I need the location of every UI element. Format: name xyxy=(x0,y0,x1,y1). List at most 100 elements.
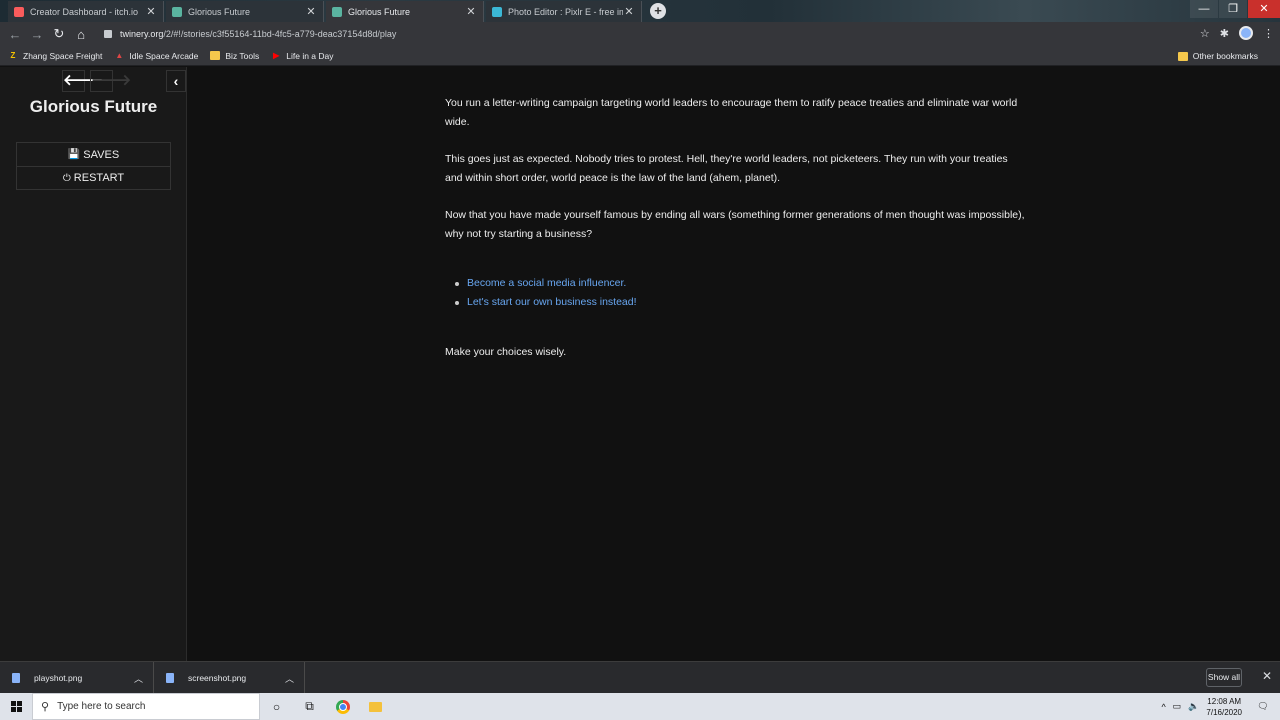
downloads-shelf: playshot.png ︿ screenshot.png ︿ Show all… xyxy=(0,661,1280,694)
bookmark-label: Zhang Space Freight xyxy=(23,50,103,61)
youtube-icon: ▶ xyxy=(273,51,280,60)
choice-link-business[interactable]: Let's start our own business instead! xyxy=(467,293,637,312)
lock-icon xyxy=(104,30,112,38)
tab-photo-editor[interactable]: Photo Editor : Pixlr E - free image ✕ xyxy=(486,1,642,22)
bookmark-life-in-a-day[interactable]: ▶ Life in a Day xyxy=(271,51,333,61)
download-item-screenshot[interactable]: screenshot.png ︿ xyxy=(154,662,305,694)
minimize-button[interactable]: — xyxy=(1190,0,1218,18)
browser-tab-strip: Creator Dashboard - itch.io ✕ Glorious F… xyxy=(0,0,1280,22)
clock-date: 7/16/2020 xyxy=(1206,707,1242,717)
show-all-button[interactable]: Show all xyxy=(1206,668,1242,687)
volume-icon[interactable]: 🔈 xyxy=(1188,701,1199,712)
chevron-up-icon[interactable]: ︿ xyxy=(285,672,294,685)
close-icon[interactable]: ✕ xyxy=(623,5,635,18)
story-passage: You run a letter-writing campaign target… xyxy=(445,94,1025,380)
bullet-icon xyxy=(455,300,459,305)
choice-link-influencer[interactable]: Become a social media influencer. xyxy=(467,274,626,293)
list-item: Become a social media influencer. xyxy=(455,274,1025,293)
url-path: /2/#!/stories/c3f55164-11bd-4fc5-a779-de… xyxy=(163,29,397,39)
other-bookmarks-label: Other bookmarks xyxy=(1192,51,1258,61)
clock-time: 12:08 AM xyxy=(1207,696,1242,706)
search-icon: ⚲ xyxy=(41,701,50,713)
passage-footer: Make your choices wisely. xyxy=(445,346,567,358)
saves-button[interactable]: 💾 SAVES xyxy=(17,143,170,166)
forward-arrow-icon[interactable]: → xyxy=(26,27,48,42)
notification-icon[interactable]: 🗨 xyxy=(1252,701,1274,712)
other-bookmarks[interactable]: Other bookmarks xyxy=(1177,51,1258,61)
bookmark-label: Biz Tools xyxy=(225,50,260,61)
bullet-icon xyxy=(455,281,459,286)
story-sidebar: 🡐 🡒 ‹ Glorious Future 💾 SAVES ⏻ RESTART xyxy=(0,67,187,661)
tab-label: Glorious Future xyxy=(188,6,251,17)
address-bar[interactable]: twinery.org /2/#!/stories/c3f55164-11bd-… xyxy=(98,25,1178,43)
itchio-icon xyxy=(14,6,24,17)
chevron-up-icon[interactable]: ︿ xyxy=(134,672,143,685)
tab-label: Glorious Future xyxy=(348,6,411,17)
system-tray: ^ ▭ 🔈 12:08 AM 7/16/2020 🗨 xyxy=(1161,693,1280,720)
close-icon[interactable]: ✕ xyxy=(305,5,317,18)
arcade-icon: ▲ xyxy=(115,51,124,60)
passage-paragraph: Now that you have made yourself famous b… xyxy=(445,209,1025,240)
passage-paragraph: This goes just as expected. Nobody tries… xyxy=(445,153,1008,184)
taskbar-clock[interactable]: 12:08 AM 7/16/2020 xyxy=(1206,696,1242,718)
browser-toolbar: ← → ↻ ⌂ twinery.org /2/#!/stories/c3f551… xyxy=(0,22,1280,46)
undo-arrow-icon[interactable]: 🡐 xyxy=(62,70,103,92)
tab-creator-dashboard[interactable]: Creator Dashboard - itch.io ✕ xyxy=(8,1,164,22)
restart-button[interactable]: ⏻ RESTART xyxy=(17,166,170,189)
file-icon xyxy=(166,673,174,683)
bookmark-label: Idle Space Arcade xyxy=(129,50,199,61)
task-view-icon[interactable]: ⧉ xyxy=(293,693,326,720)
search-placeholder: Type here to search xyxy=(57,701,146,712)
tab-glorious-future[interactable]: Glorious Future ✕ xyxy=(166,1,324,22)
story-title: Glorious Future xyxy=(29,97,158,116)
choice-list: Become a social media influencer. Let's … xyxy=(455,274,1025,312)
file-explorer-icon[interactable] xyxy=(359,693,392,720)
list-item: Let's start our own business instead! xyxy=(455,293,1025,312)
floppy-disk-icon: 💾 xyxy=(67,149,81,160)
reload-icon[interactable]: ↻ xyxy=(48,26,70,42)
network-icon[interactable]: ▭ xyxy=(1173,701,1182,712)
back-arrow-icon[interactable]: ← xyxy=(4,27,26,42)
windows-start-icon[interactable] xyxy=(0,693,32,720)
bookmarks-bar: Z Zhang Space Freight ▲ Idle Space Arcad… xyxy=(0,46,1280,66)
windows-taskbar: ⚲ Type here to search ○ ⧉ ^ ▭ 🔈 12:08 AM… xyxy=(0,693,1280,720)
close-icon[interactable]: ✕ xyxy=(145,5,157,18)
download-filename: playshot.png xyxy=(34,673,83,683)
close-icon[interactable]: ✕ xyxy=(465,5,477,18)
story-page: 🡐 🡒 ‹ Glorious Future 💾 SAVES ⏻ RESTART … xyxy=(0,67,1280,661)
story-menu: 💾 SAVES ⏻ RESTART xyxy=(16,142,171,190)
download-item-playshot[interactable]: playshot.png ︿ xyxy=(0,662,154,694)
sidebar-collapse-chevron-icon[interactable]: ‹ xyxy=(166,70,186,92)
maximize-button[interactable]: ❐ xyxy=(1219,0,1247,18)
tab-glorious-future-active[interactable]: Glorious Future ✕ xyxy=(326,1,484,22)
profile-avatar-icon[interactable] xyxy=(1239,26,1253,40)
file-icon xyxy=(12,673,20,683)
bookmark-zhang-space-freight[interactable]: Z Zhang Space Freight xyxy=(8,50,103,61)
restart-label: RESTART xyxy=(73,172,125,184)
tray-chevron-up-icon[interactable]: ^ xyxy=(1161,702,1165,712)
home-icon[interactable]: ⌂ xyxy=(70,27,92,42)
window-close-button[interactable]: ✕ xyxy=(1248,0,1280,18)
pixlr-icon xyxy=(492,6,502,17)
passage-paragraph: You run a letter-writing campaign target… xyxy=(445,97,1018,128)
folder-icon xyxy=(1177,51,1188,61)
cortana-icon[interactable]: ○ xyxy=(260,693,293,720)
extensions-puzzle-icon[interactable]: ✱ xyxy=(1220,27,1229,40)
tab-label: Photo Editor : Pixlr E - free image xyxy=(508,6,623,17)
url-host: twinery.org xyxy=(120,29,164,39)
folder-icon xyxy=(210,51,221,60)
close-icon[interactable]: ✕ xyxy=(1262,669,1272,683)
saves-label: SAVES xyxy=(83,148,120,161)
power-icon: ⏻ xyxy=(62,172,71,184)
bookmark-star-icon[interactable]: ☆ xyxy=(1200,27,1210,40)
twine-icon xyxy=(172,6,182,17)
bookmark-label: Life in a Day xyxy=(286,50,334,61)
chrome-taskbar-icon[interactable] xyxy=(326,693,359,720)
browser-menu-icon[interactable]: ⋮ xyxy=(1263,27,1274,40)
taskbar-search-input[interactable]: ⚲ Type here to search xyxy=(32,693,260,720)
tab-label: Creator Dashboard - itch.io xyxy=(30,6,139,17)
new-tab-button[interactable]: + xyxy=(650,3,666,19)
bookmark-idle-space-arcade[interactable]: ▲ Idle Space Arcade xyxy=(114,51,198,61)
redo-arrow-icon[interactable]: 🡒 xyxy=(90,70,131,92)
bookmark-biz-tools[interactable]: Biz Tools xyxy=(210,51,259,61)
